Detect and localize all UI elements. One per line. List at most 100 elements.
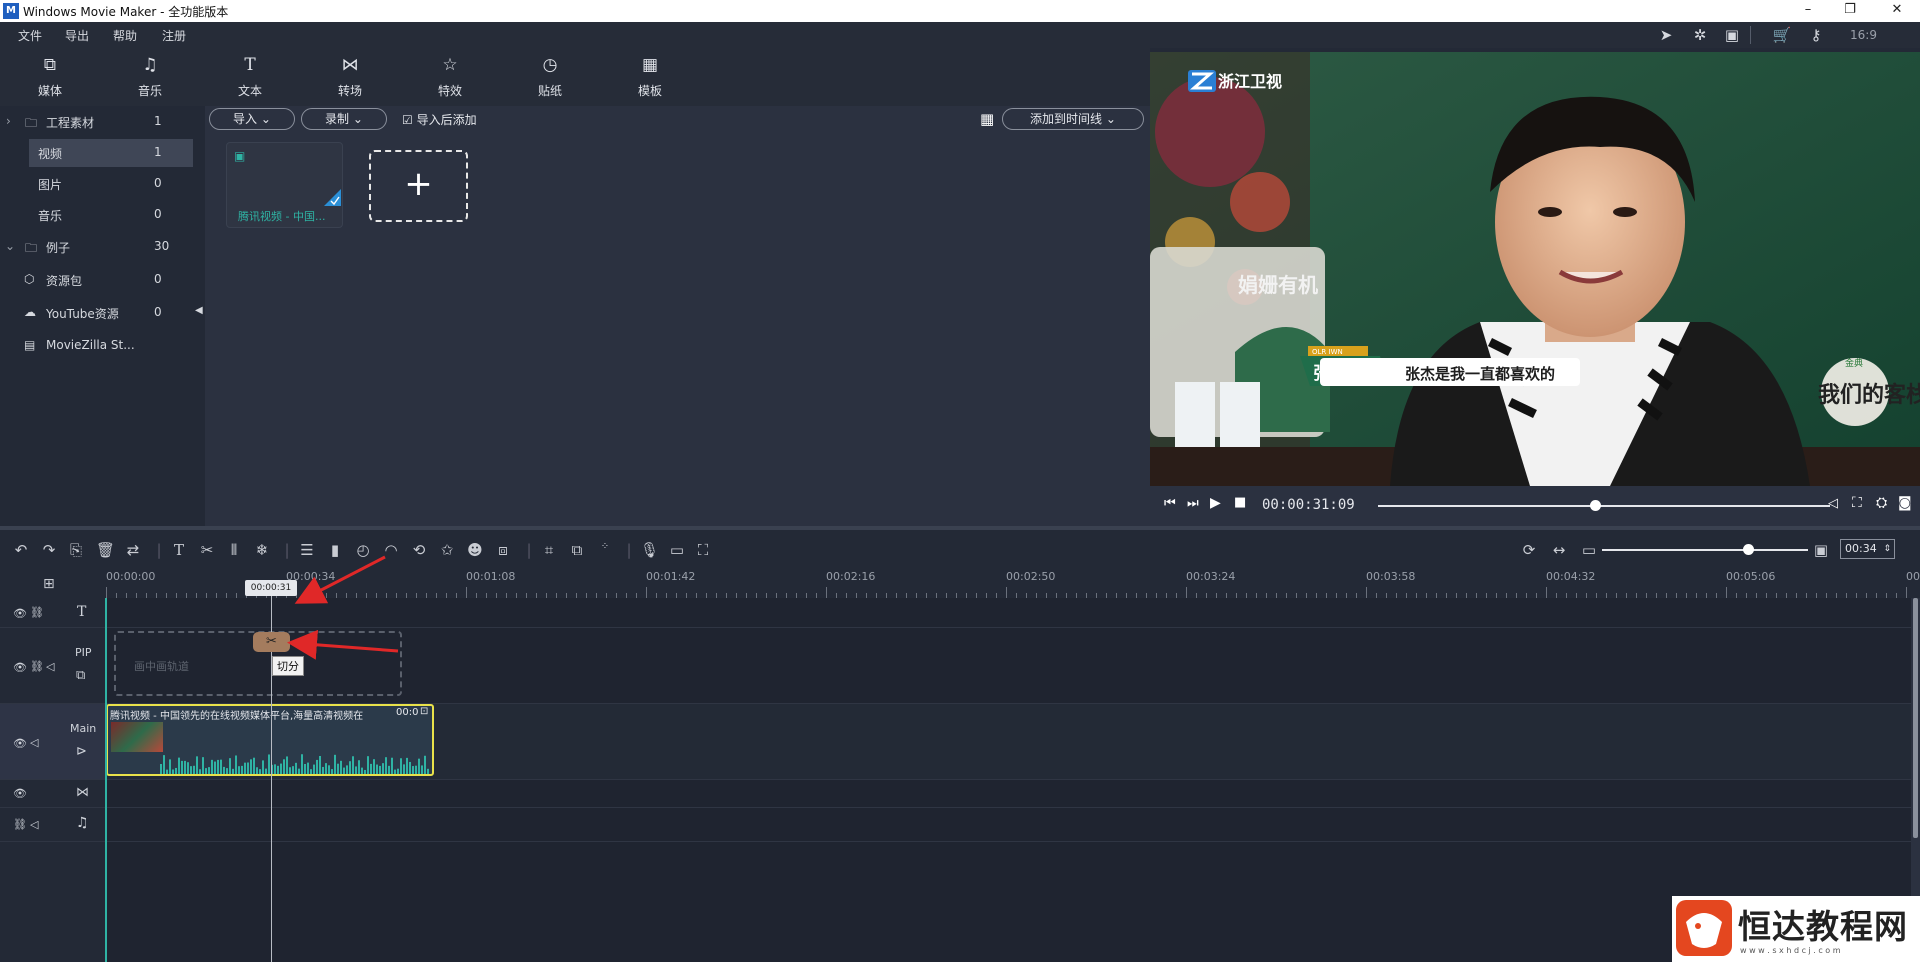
pin-icon[interactable]: ➤ — [1656, 26, 1676, 44]
screen-record-icon[interactable]: ⛶ — [694, 541, 712, 559]
spin-arrows-icon[interactable]: ⇕ — [1883, 540, 1891, 558]
speaker-icon[interactable]: ◁ — [46, 660, 54, 673]
tree-item-project-media[interactable]: › 🗀 工程素材 1 — [0, 108, 205, 134]
copy-icon[interactable]: ⎘ — [67, 541, 85, 559]
camera-icon[interactable]: ▭ — [668, 541, 686, 559]
menu-register[interactable]: 注册 — [162, 27, 186, 44]
import-dropdown[interactable]: 导入 ⌄ — [209, 108, 295, 130]
grid-view-icon[interactable]: ▦ — [980, 111, 994, 127]
media-item[interactable]: ▣ 腾讯视频 - 中国... — [226, 142, 343, 228]
speaker-icon[interactable]: ◁ — [30, 736, 38, 749]
play-icon[interactable]: ▶ — [1210, 495, 1221, 511]
link-icon[interactable]: ⛓ — [30, 606, 44, 619]
color-icon[interactable]: ⛭ — [1876, 495, 1887, 511]
link-icon[interactable]: ⛓ — [30, 660, 44, 673]
speed-icon[interactable]: ◠ — [382, 541, 400, 559]
tab-sticker[interactable]: ◷ 贴纸 — [510, 48, 590, 106]
effect-icon[interactable]: ✩ — [438, 541, 456, 559]
fit-width-icon[interactable]: ↔ — [1550, 541, 1568, 559]
zoom-knob[interactable] — [1743, 544, 1755, 555]
tree-item-resource-pack[interactable]: ⬡ 资源包 0 — [0, 266, 205, 292]
eye-icon[interactable]: 👁 — [13, 661, 27, 674]
split-icon[interactable]: ✂ — [198, 541, 216, 559]
export-clip-icon[interactable]: ⧈ — [494, 541, 512, 559]
eye-icon[interactable]: 👁 — [13, 607, 27, 620]
tab-effects[interactable]: ☆ 特效 — [410, 48, 490, 106]
link-icon[interactable]: ⛓ — [13, 818, 27, 831]
zoom-slider[interactable] — [1602, 549, 1808, 551]
volume-icon[interactable]: ◁ — [1828, 496, 1838, 511]
tree-item-youtube[interactable]: ☁ YouTube资源 0 ◀ — [0, 299, 205, 325]
tab-media[interactable]: ⧉ 媒体 — [10, 48, 90, 106]
speaker-icon[interactable]: ◁ — [30, 818, 38, 831]
audio-bars-icon[interactable]: ▮ — [326, 541, 344, 559]
collapse-panel-icon[interactable]: ◀ — [195, 305, 203, 316]
mosaic-icon[interactable]: ⁘ — [596, 541, 614, 552]
duration-spinbox[interactable]: 00:34 ⇕ — [1840, 539, 1895, 559]
fullscreen-icon[interactable]: ⛶ — [1852, 495, 1862, 511]
tab-music[interactable]: ♫ 音乐 — [110, 48, 190, 106]
snapshot-icon[interactable]: ◙ — [1898, 495, 1912, 511]
record-dropdown[interactable]: 录制 ⌄ — [301, 108, 387, 130]
add-to-timeline-dropdown[interactable]: 添加到时间线 ⌄ — [1002, 108, 1144, 130]
crop-icon[interactable]: ⌗ — [540, 541, 558, 559]
tree-item-music[interactable]: 音乐 0 — [0, 201, 205, 227]
tree-label: YouTube资源 — [46, 307, 119, 321]
menu-file[interactable]: 文件 — [18, 27, 42, 44]
add-after-import-checkbox[interactable]: ☑ 导入后添加 — [402, 111, 477, 128]
mic-icon[interactable]: 🎙 — [640, 541, 659, 559]
tree-item-image[interactable]: 图片 0 — [0, 170, 205, 196]
minimize-button[interactable]: – — [1785, 0, 1831, 22]
close-button[interactable]: ✕ — [1874, 0, 1920, 22]
tree-item-moviezilla[interactable]: ▤ MovieZilla St... — [0, 332, 205, 358]
adjust-icon[interactable]: ☰ — [298, 541, 316, 559]
cart-icon[interactable]: 🛒 — [1772, 26, 1792, 44]
refresh-icon[interactable]: ⟳ — [1520, 541, 1538, 559]
audio-track[interactable] — [106, 808, 1911, 842]
scrollbar-thumb[interactable] — [1913, 598, 1918, 838]
seek-knob[interactable] — [1589, 500, 1601, 511]
trim-icon[interactable]: ⫴ — [225, 541, 243, 559]
eye-icon[interactable]: 👁 — [13, 737, 27, 750]
delete-icon[interactable]: 🗑 — [96, 541, 115, 559]
next-frame-icon[interactable]: ⏭ — [1187, 496, 1199, 511]
duration-icon[interactable]: ◴ — [354, 541, 372, 559]
video-clip[interactable]: 腾讯视频 - 中国领先的在线视频媒体平台,海量高清视频在 00:0 ⊡ — [106, 704, 434, 776]
pip-icon[interactable]: ⧉ — [568, 541, 586, 559]
text-track[interactable] — [106, 598, 1911, 628]
tab-transition[interactable]: ⋈ 转场 — [310, 48, 390, 106]
skip-back-icon[interactable]: ⏮ — [1164, 496, 1176, 511]
zoom-out-icon[interactable]: ▭ — [1580, 541, 1598, 559]
split-button[interactable]: ✂ — [253, 632, 290, 652]
seek-bar[interactable] — [1378, 505, 1830, 507]
add-text-icon[interactable]: T — [170, 541, 188, 559]
person-icon[interactable]: ☻ — [466, 541, 484, 559]
replace-icon[interactable]: ⇄ — [124, 541, 142, 559]
restore-button[interactable]: ❐ — [1827, 0, 1873, 22]
tree-item-video[interactable]: 视频 1 — [0, 139, 205, 167]
main-track[interactable]: 腾讯视频 - 中国领先的在线视频媒体平台,海量高清视频在 00:0 ⊡ — [106, 704, 1911, 780]
stop-icon[interactable]: ■ — [1234, 495, 1246, 510]
redo-icon[interactable]: ↷ — [40, 541, 58, 559]
tree-item-examples[interactable]: ⌄ 🗀 例子 30 — [0, 233, 205, 259]
tab-text[interactable]: T 文本 — [210, 48, 290, 106]
waveform-bar — [229, 758, 231, 774]
undo-icon[interactable]: ↶ — [12, 541, 30, 559]
menu-help[interactable]: 帮助 — [113, 27, 137, 44]
eye-icon[interactable]: 👁 — [13, 787, 27, 800]
add-media-button[interactable]: + — [369, 150, 468, 222]
tab-template[interactable]: ▦ 模板 — [610, 48, 690, 106]
waveform-bar — [214, 761, 216, 774]
save-icon[interactable]: ▣ — [1722, 26, 1742, 44]
key-icon[interactable]: ⚷ — [1806, 26, 1826, 44]
settings-star-icon[interactable]: ✲ — [1690, 26, 1710, 44]
aspect-ratio-label[interactable]: 16:9 — [1850, 28, 1877, 42]
transition-track[interactable] — [106, 780, 1911, 808]
zoom-in-icon[interactable]: ▣ — [1812, 541, 1830, 559]
pip-track[interactable]: 画中画轨道 — [106, 628, 1911, 704]
rotate-icon[interactable]: ⟲ — [410, 541, 428, 559]
add-track-icon[interactable]: ⊞ — [43, 576, 55, 592]
freeze-icon[interactable]: ❄ — [253, 541, 271, 559]
menu-export[interactable]: 导出 — [65, 27, 89, 44]
clip-menu-icon[interactable]: ⊡ — [420, 706, 428, 717]
